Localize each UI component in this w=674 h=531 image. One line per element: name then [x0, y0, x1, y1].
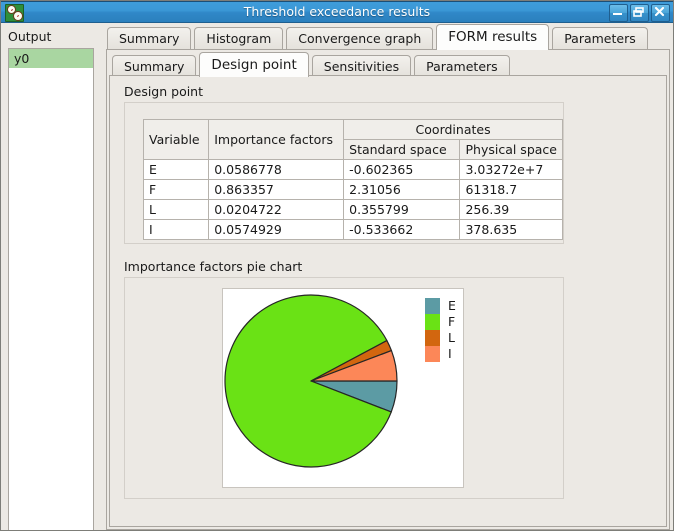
subtab-design-point[interactable]: Design point [199, 52, 309, 77]
cell-standard: 2.31056 [343, 179, 461, 200]
cell-standard: 0.355799 [343, 199, 461, 220]
cell-physical: 256.39 [459, 199, 563, 220]
list-item-y0[interactable]: y0 [9, 49, 93, 68]
subtab-summary[interactable]: Summary [112, 55, 197, 77]
cell-physical: 3.03272e+7 [459, 159, 563, 180]
pie-chart-group-title: Importance factors pie chart [124, 259, 303, 274]
legend-swatch-F [425, 314, 440, 330]
window-title: Threshold exceedance results [243, 4, 431, 19]
table-row: E 0.0586778 -0.602365 3.03272e+7 [142, 159, 563, 180]
legend-item-E: E [425, 298, 456, 314]
table-row: L 0.0204722 0.355799 256.39 [142, 199, 563, 220]
pie-chart: E F L I [222, 288, 464, 488]
legend-swatch-E [425, 298, 440, 314]
outer-tab-bar: Summary Histogram Convergence graph FORM… [102, 24, 673, 50]
minimize-button[interactable] [609, 4, 628, 22]
design-point-table: Variable Importance factors Coordinates … [142, 119, 563, 240]
table-header-row-1: Variable Importance factors Coordinates [142, 119, 563, 160]
tab-histogram[interactable]: Histogram [194, 27, 284, 50]
tab-parameters[interactable]: Parameters [552, 27, 648, 50]
cell-importance: 0.0586778 [208, 159, 345, 180]
window-controls [609, 4, 670, 22]
cell-physical: 61318.7 [459, 179, 563, 200]
form-results-page: Summary Design point Sensitivities Param… [106, 49, 670, 530]
legend-item-L: L [425, 330, 456, 346]
cell-variable: L [142, 199, 210, 220]
header-importance-factors: Importance factors [208, 119, 345, 160]
cell-importance: 0.863357 [208, 179, 345, 200]
legend-swatch-I [425, 346, 440, 362]
cell-variable: E [142, 159, 210, 180]
tab-summary[interactable]: Summary [107, 27, 192, 50]
cell-importance: 0.0574929 [208, 219, 345, 240]
legend-item-F: F [425, 314, 456, 330]
legend-label-L: L [448, 330, 455, 345]
output-panel: Output y0 [2, 24, 102, 530]
header-physical-space: Physical space [459, 139, 563, 160]
subtab-parameters[interactable]: Parameters [414, 55, 510, 77]
output-label: Output [8, 29, 52, 44]
header-standard-space: Standard space [343, 139, 461, 160]
cell-variable: F [142, 179, 210, 200]
header-variable: Variable [142, 119, 210, 160]
subtab-sensitivities[interactable]: Sensitivities [311, 55, 412, 77]
close-button[interactable] [651, 4, 670, 22]
cell-physical: 378.635 [459, 219, 563, 240]
pie-chart-group-box: E F L I [124, 277, 564, 499]
design-point-group-box: Variable Importance factors Coordinates … [124, 102, 564, 244]
output-list[interactable]: y0 [8, 48, 94, 530]
cell-standard: -0.533662 [343, 219, 461, 240]
inner-tab-bar: Summary Design point Sensitivities Param… [107, 52, 669, 77]
legend-swatch-L [425, 330, 440, 346]
table-row: F 0.863357 2.31056 61318.7 [142, 179, 563, 200]
table-row: I 0.0574929 -0.533662 378.635 [142, 219, 563, 240]
design-point-group-title: Design point [124, 84, 204, 99]
legend-label-F: F [448, 314, 456, 329]
restore-button[interactable] [630, 4, 649, 22]
pie-chart-legend: E F L I [425, 298, 456, 362]
tab-convergence-graph[interactable]: Convergence graph [286, 27, 434, 50]
header-coordinates: Coordinates [343, 119, 563, 140]
results-area: Summary Histogram Convergence graph FORM… [102, 24, 673, 530]
tab-form-results[interactable]: FORM results [436, 24, 550, 50]
design-point-page: Design point Variable Importance factors… [109, 75, 667, 527]
legend-item-I: I [425, 346, 456, 362]
application-window: Threshold exceedance results Output y0 S… [0, 0, 674, 531]
cell-variable: I [142, 219, 210, 240]
title-bar: Threshold exceedance results [1, 1, 673, 23]
legend-label-E: E [448, 298, 456, 313]
cell-standard: -0.602365 [343, 159, 461, 180]
legend-label-I: I [448, 346, 452, 361]
cell-importance: 0.0204722 [208, 199, 345, 220]
